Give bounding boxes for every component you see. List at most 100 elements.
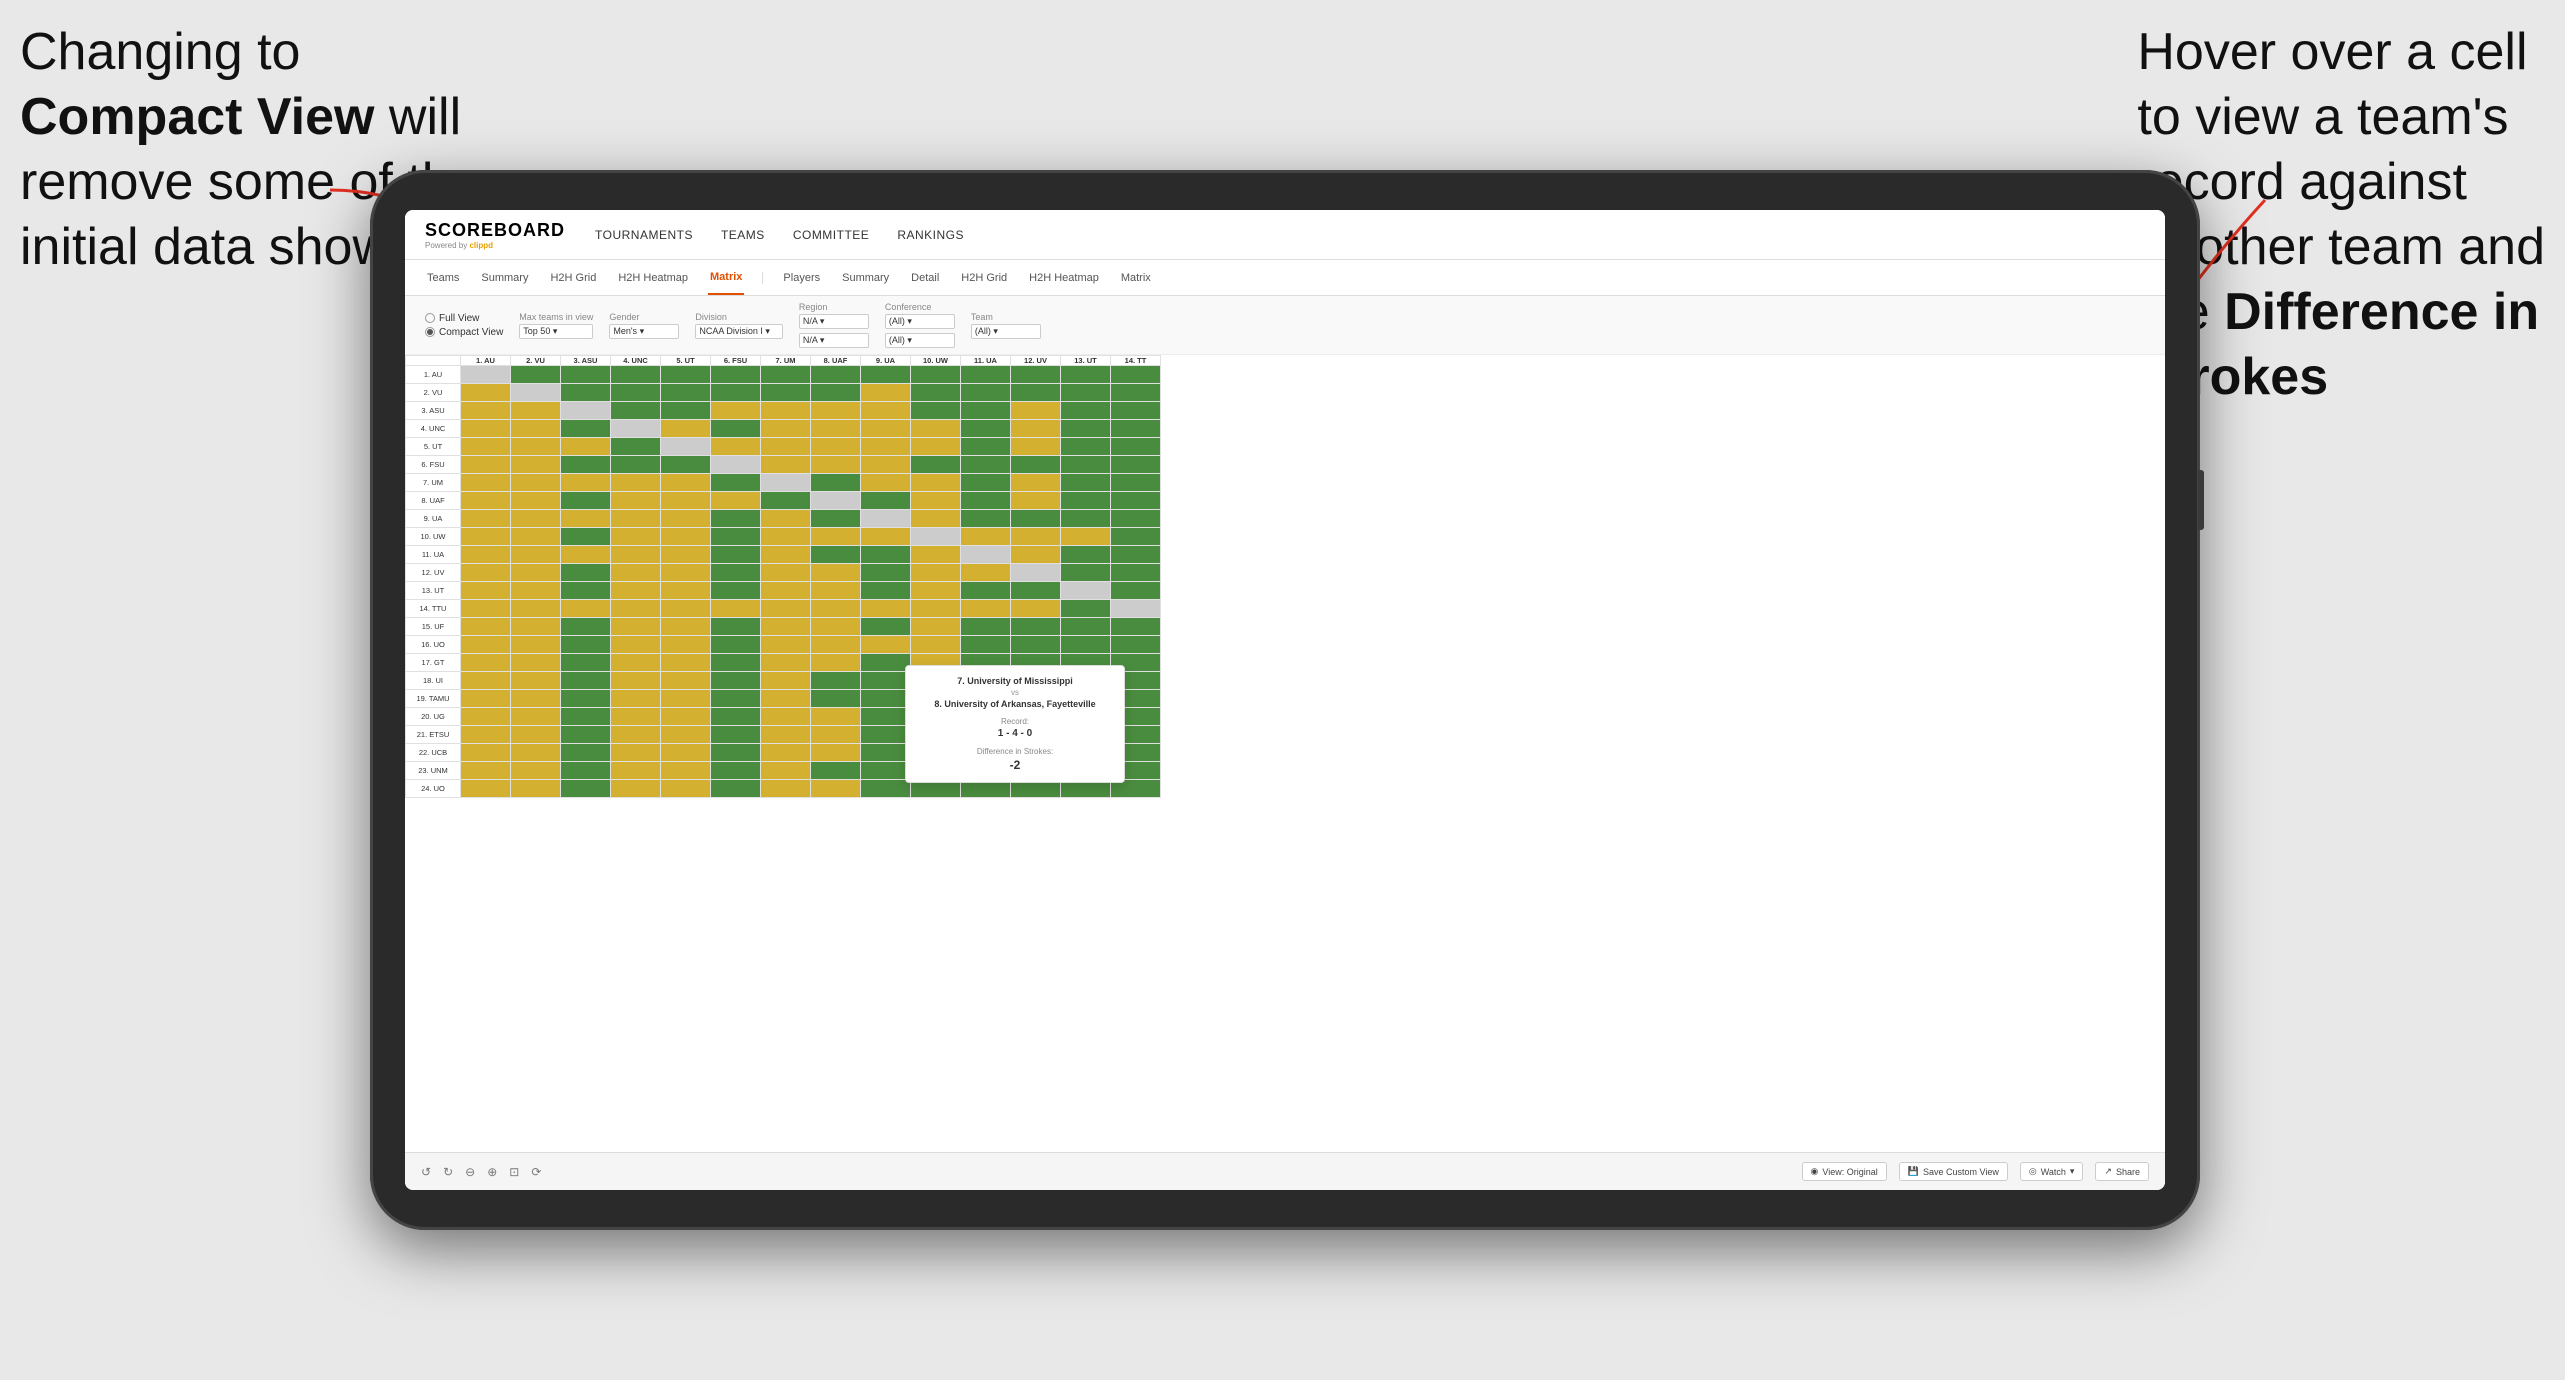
matrix-cell-23-7[interactable] <box>811 780 861 798</box>
matrix-cell-14-13[interactable] <box>1111 618 1161 636</box>
matrix-cell-4-2[interactable] <box>561 438 611 456</box>
matrix-cell-5-3[interactable] <box>611 456 661 474</box>
matrix-cell-1-3[interactable] <box>611 384 661 402</box>
matrix-cell-3-5[interactable] <box>711 420 761 438</box>
nav-rankings[interactable]: RANKINGS <box>897 228 964 242</box>
matrix-cell-6-5[interactable] <box>711 474 761 492</box>
matrix-cell-8-2[interactable] <box>561 510 611 528</box>
matrix-cell-20-7[interactable] <box>811 726 861 744</box>
matrix-cell-1-5[interactable] <box>711 384 761 402</box>
matrix-cell-15-13[interactable] <box>1111 636 1161 654</box>
nav-teams[interactable]: TEAMS <box>721 228 765 242</box>
matrix-cell-22-4[interactable] <box>661 762 711 780</box>
matrix-cell-5-1[interactable] <box>511 456 561 474</box>
matrix-cell-19-8[interactable] <box>861 708 911 726</box>
undo-icon[interactable]: ↺ <box>421 1165 431 1179</box>
matrix-cell-8-7[interactable] <box>811 510 861 528</box>
matrix-cell-6-12[interactable] <box>1061 474 1111 492</box>
region-select-1[interactable]: N/A ▾ <box>799 314 869 329</box>
matrix-cell-10-9[interactable] <box>911 546 961 564</box>
matrix-cell-23-2[interactable] <box>561 780 611 798</box>
matrix-cell-10-2[interactable] <box>561 546 611 564</box>
matrix-cell-0-8[interactable] <box>861 366 911 384</box>
matrix-cell-23-6[interactable] <box>761 780 811 798</box>
matrix-cell-17-5[interactable] <box>711 672 761 690</box>
matrix-cell-15-7[interactable] <box>811 636 861 654</box>
matrix-cell-2-11[interactable] <box>1011 402 1061 420</box>
matrix-cell-6-4[interactable] <box>661 474 711 492</box>
zoom-out-icon[interactable]: ⊖ <box>465 1165 475 1179</box>
matrix-cell-21-0[interactable] <box>461 744 511 762</box>
matrix-cell-5-13[interactable] <box>1111 456 1161 474</box>
matrix-cell-8-9[interactable] <box>911 510 961 528</box>
matrix-cell-2-12[interactable] <box>1061 402 1111 420</box>
matrix-cell-23-8[interactable] <box>861 780 911 798</box>
zoom-fit-icon[interactable]: ⊡ <box>509 1165 519 1179</box>
matrix-cell-16-0[interactable] <box>461 654 511 672</box>
matrix-cell-16-2[interactable] <box>561 654 611 672</box>
matrix-cell-5-8[interactable] <box>861 456 911 474</box>
tab-teams[interactable]: Teams <box>425 260 461 295</box>
matrix-cell-16-5[interactable] <box>711 654 761 672</box>
matrix-cell-9-1[interactable] <box>511 528 561 546</box>
matrix-cell-0-1[interactable] <box>511 366 561 384</box>
matrix-cell-11-5[interactable] <box>711 564 761 582</box>
matrix-cell-6-3[interactable] <box>611 474 661 492</box>
tab-h2h-grid[interactable]: H2H Grid <box>548 260 598 295</box>
matrix-cell-18-5[interactable] <box>711 690 761 708</box>
region-select-2[interactable]: N/A ▾ <box>799 333 869 348</box>
matrix-cell-1-0[interactable] <box>461 384 511 402</box>
matrix-cell-18-7[interactable] <box>811 690 861 708</box>
matrix-cell-3-3[interactable] <box>611 420 661 438</box>
matrix-cell-0-9[interactable] <box>911 366 961 384</box>
gender-select[interactable]: Men's ▾ <box>609 324 679 339</box>
matrix-cell-5-12[interactable] <box>1061 456 1111 474</box>
matrix-cell-7-3[interactable] <box>611 492 661 510</box>
matrix-cell-7-12[interactable] <box>1061 492 1111 510</box>
matrix-cell-14-1[interactable] <box>511 618 561 636</box>
matrix-cell-12-11[interactable] <box>1011 582 1061 600</box>
matrix-cell-0-5[interactable] <box>711 366 761 384</box>
matrix-cell-22-8[interactable] <box>861 762 911 780</box>
matrix-cell-14-2[interactable] <box>561 618 611 636</box>
matrix-cell-12-12[interactable] <box>1061 582 1111 600</box>
matrix-cell-4-7[interactable] <box>811 438 861 456</box>
matrix-cell-9-0[interactable] <box>461 528 511 546</box>
matrix-cell-4-11[interactable] <box>1011 438 1061 456</box>
view-original-button[interactable]: ◉ View: Original <box>1802 1162 1887 1181</box>
matrix-cell-15-9[interactable] <box>911 636 961 654</box>
matrix-cell-12-5[interactable] <box>711 582 761 600</box>
matrix-cell-9-11[interactable] <box>1011 528 1061 546</box>
matrix-cell-11-2[interactable] <box>561 564 611 582</box>
matrix-cell-14-11[interactable] <box>1011 618 1061 636</box>
matrix-cell-9-2[interactable] <box>561 528 611 546</box>
matrix-cell-7-7[interactable] <box>811 492 861 510</box>
matrix-cell-8-11[interactable] <box>1011 510 1061 528</box>
matrix-cell-7-0[interactable] <box>461 492 511 510</box>
matrix-cell-1-10[interactable] <box>961 384 1011 402</box>
division-select[interactable]: NCAA Division I ▾ <box>695 324 783 339</box>
matrix-cell-13-10[interactable] <box>961 600 1011 618</box>
tab-players-matrix[interactable]: Matrix <box>1119 272 1153 284</box>
matrix-cell-22-1[interactable] <box>511 762 561 780</box>
matrix-cell-6-6[interactable] <box>761 474 811 492</box>
tablet-power-button[interactable] <box>2198 470 2204 530</box>
matrix-cell-3-1[interactable] <box>511 420 561 438</box>
matrix-cell-5-10[interactable] <box>961 456 1011 474</box>
matrix-cell-19-4[interactable] <box>661 708 711 726</box>
matrix-cell-17-0[interactable] <box>461 672 511 690</box>
matrix-cell-21-6[interactable] <box>761 744 811 762</box>
matrix-cell-0-7[interactable] <box>811 366 861 384</box>
radio-compact-view[interactable]: Compact View <box>425 327 503 338</box>
matrix-cell-2-8[interactable] <box>861 402 911 420</box>
matrix-cell-11-10[interactable] <box>961 564 1011 582</box>
matrix-cell-16-1[interactable] <box>511 654 561 672</box>
matrix-cell-14-6[interactable] <box>761 618 811 636</box>
matrix-cell-8-10[interactable] <box>961 510 1011 528</box>
matrix-cell-18-6[interactable] <box>761 690 811 708</box>
matrix-cell-5-7[interactable] <box>811 456 861 474</box>
matrix-cell-11-3[interactable] <box>611 564 661 582</box>
matrix-cell-11-9[interactable] <box>911 564 961 582</box>
watch-button[interactable]: ◎ Watch ▾ <box>2020 1162 2084 1181</box>
matrix-area[interactable]: 1. AU 2. VU 3. ASU 4. UNC 5. UT 6. FSU 7… <box>405 355 2165 1152</box>
